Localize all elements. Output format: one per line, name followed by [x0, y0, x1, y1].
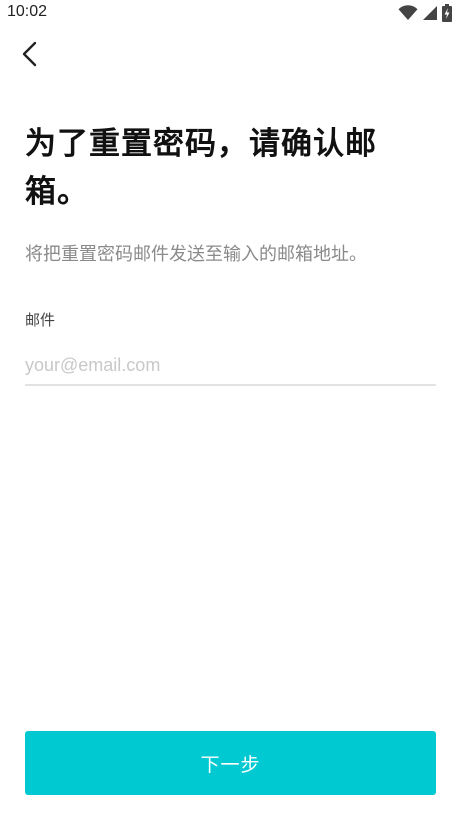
chevron-left-icon [20, 40, 40, 72]
next-button[interactable]: 下一步 [25, 731, 436, 795]
status-time: 10:02 [7, 3, 48, 20]
status-bar: 10:02 [0, 0, 458, 26]
page-subtitle: 将把重置密码邮件发送至输入的邮箱地址。 [25, 244, 367, 265]
back-button[interactable] [14, 40, 46, 72]
email-field-label: 邮件 [25, 311, 56, 329]
email-input[interactable] [25, 346, 436, 386]
cellular-signal-icon [422, 5, 438, 21]
status-icons [398, 3, 452, 23]
page-title: 为了重置密码，请确认邮箱。 [25, 126, 377, 210]
wifi-icon [398, 5, 418, 21]
battery-charging-icon [442, 4, 452, 22]
reset-password-screen: 10:02 为了重置密码，请确认邮箱。 将把重置密码邮件发送至输入的邮箱地址。 … [0, 0, 458, 820]
